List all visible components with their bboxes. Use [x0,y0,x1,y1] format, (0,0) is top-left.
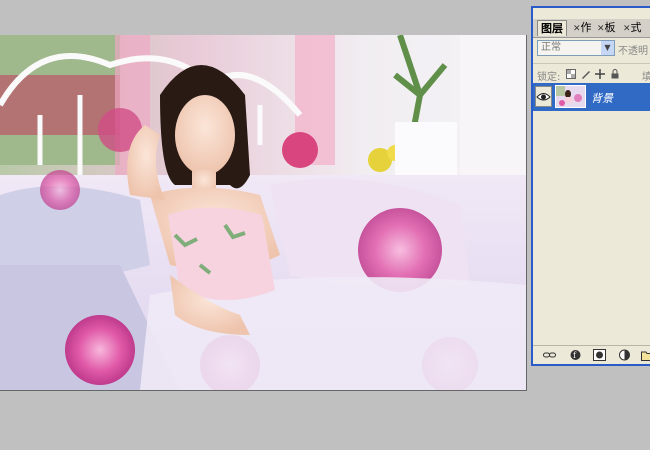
tab-close-icon: ✕ [597,24,605,34]
lock-position-icon[interactable] [595,69,605,79]
lock-all-icon[interactable] [610,69,620,79]
tab-close-icon: ✕ [573,24,581,34]
layer-style-icon[interactable]: f [569,349,582,361]
layer-row-background[interactable]: 背景 [533,83,650,111]
link-layers-icon[interactable] [543,349,556,361]
lock-image-icon[interactable] [581,69,591,79]
add-mask-icon[interactable] [593,349,606,361]
panel-footer: f [533,345,650,364]
blend-row: 正常 ▼ 不透明 [537,40,650,58]
tab-styles-label: 式 [630,21,642,34]
lock-transparent-icon[interactable] [566,69,576,79]
layer-thumbnail [555,85,586,108]
layer-name[interactable]: 背景 [591,90,613,106]
photo-image [0,35,526,390]
layers-panel: 图层 ✕作 ✕板 ✕式 正常 ▼ 不透明 锁定: 填 背景 f [531,6,650,366]
fill-label: 填 [642,72,650,83]
lock-row: 锁定: 填 [533,63,650,85]
tab-layers-label: 图层 [541,22,563,35]
panel-tab-bar: 图层 ✕作 ✕板 ✕式 [533,19,650,38]
tab-close-icon: ✕ [623,24,631,34]
tab-swatches[interactable]: ✕板 [593,20,619,36]
new-group-icon[interactable] [641,349,650,361]
tab-actions[interactable]: ✕作 [569,20,595,36]
eye-icon [536,93,551,101]
lock-label: 锁定: [537,72,561,83]
blend-mode-value: 正常 [541,42,561,53]
blend-mode-select[interactable]: 正常 ▼ [537,40,615,56]
tab-styles[interactable]: ✕式 [619,20,645,36]
document-canvas[interactable] [0,35,527,391]
tab-layers[interactable]: 图层 [537,20,567,36]
adjustment-layer-icon[interactable] [618,349,631,361]
visibility-toggle[interactable] [535,86,552,107]
chevron-down-icon[interactable]: ▼ [601,41,614,55]
tab-swatches-label: 板 [604,21,616,34]
opacity-label: 不透明 [618,46,648,57]
tab-actions-label: 作 [580,21,592,34]
